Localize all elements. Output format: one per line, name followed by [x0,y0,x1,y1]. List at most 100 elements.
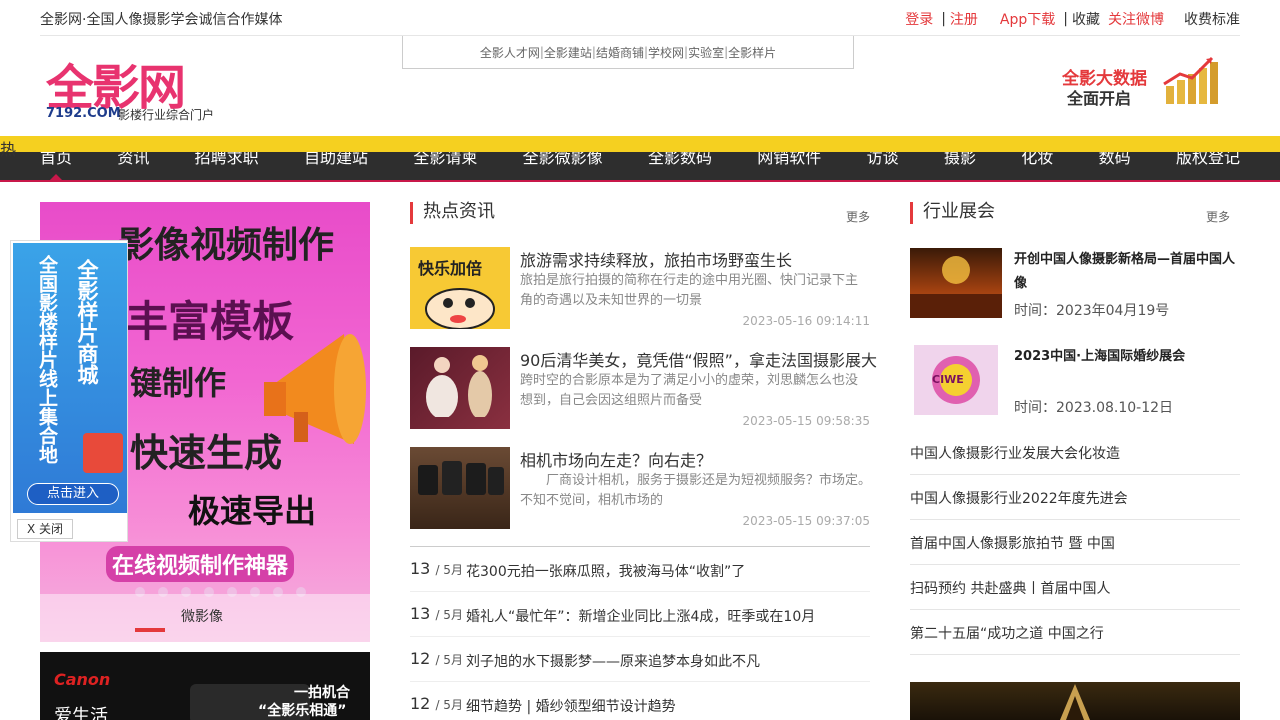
expo-thumbnail: CIWE [914,345,998,415]
news-title[interactable]: 旅游需求持续释放，旅拍市场野蛮生长 [520,247,792,271]
news-item[interactable]: 相机市场向左走？向右走？ 厂商设计相机，服务于摄影还是为短视频服务？市场定。 不… [410,447,870,532]
expo-list-title[interactable]: 首届中国人像摄影旅拍节 暨 中国 [910,533,1115,553]
stage-image [910,256,1002,318]
hot-news-more-link[interactable]: 更多 [846,208,870,225]
canon-ad-text: 爱生活 [54,706,108,720]
news-timestamp: 2023-05-16 09:14:11 [742,314,870,328]
sublink-talent[interactable]: 全影人才网 [480,44,540,61]
big-data-subtitle: 全面开启 [1067,89,1132,108]
trophy-stage-image [1060,684,1090,720]
floating-ad-text: 全国影楼样片线上集合地 [36,255,58,464]
expo-time: 时间：2023.08.10-12日 [1014,400,1174,416]
news-summary: 旅拍是旅行拍摄的简称在行走的途中用光圈、快门记录下主角的奇遇以及未知世界的一切景 [520,273,859,308]
expo-title[interactable]: 开创中国人像摄影新格局—首届中国人像 [1014,248,1240,296]
date-month: / 5月 [435,653,463,667]
megaphone-icon [264,334,366,444]
list-item[interactable]: 13 / 5月 婚礼人“最忙年”：新增企业同比上涨4成，旺季或在10月 [410,592,870,637]
expo-title[interactable]: 2023中国·上海国际婚纱展会 [1014,345,1240,369]
banner-line: 在线视频制作神器 [106,546,295,582]
expo-heading: 行业展会 [910,202,995,224]
floating-ad-close-button[interactable]: X 关闭 [17,519,73,539]
expo-list-title[interactable]: 第二十五届“成功之道 中国之行 [910,623,1104,643]
date-month: / 5月 [435,608,463,622]
big-data-banner[interactable]: 全影大数据 全面开启 [1062,56,1232,114]
top-links: 登录 | 注册 App下载 | 收藏 关注微博 收费标准 [905,9,1240,29]
canon-ad[interactable]: Canon 一拍机合 “全影乐相通” 爱生活 [40,652,370,720]
banner-line: 极速导出 [188,492,317,530]
floating-ad-enter-button[interactable]: 点击进入 [27,483,119,505]
expo-list-item[interactable]: 第二十五届“成功之道 中国之行 [910,610,1240,655]
banner-line: 影像视频制作 [118,225,335,266]
follow-weibo-link[interactable]: 关注微博 [1108,9,1164,29]
expo-list-item[interactable]: 中国人像摄影行业发展大会化妆造 [910,430,1240,475]
sublink-school[interactable]: 学校网 [648,44,684,61]
register-link[interactable]: 注册 [950,9,978,29]
carousel-caption: 微影像 [181,609,223,625]
date-day: 12 [410,694,431,713]
carousel-active-indicator [135,628,165,632]
expo-list-item[interactable]: 扫码预约 共赴盛典丨首届中国人 [910,565,1240,610]
list-item-title[interactable]: 细节趋势 | 婚纱领型细节设计趋势 [466,696,676,716]
expo-banner-image[interactable] [910,682,1240,720]
expo-item[interactable]: 开创中国人像摄影新格局—首届中国人像 时间：2023年04月19号 [910,248,1240,323]
news-thumbnail [410,347,510,429]
banner-line: 快速生成 [130,431,283,475]
login-link[interactable]: 登录 [905,9,933,29]
floating-ad[interactable]: 全国影楼样片线上集合地 全影样片商城 点击进入 X 关闭 [10,240,128,542]
news-title[interactable]: 90后清华美女，竟凭借“假照”，拿走法国摄影展大 [520,347,877,371]
site-logo[interactable]: 全影网 7192.COM 影楼行业综合门户 [44,48,219,124]
sublink-wedding-shops[interactable]: 结婚商铺 [596,44,644,61]
date-month: / 5月 [435,698,463,712]
shopping-bag-icon [83,433,123,473]
date-month: / 5月 [435,563,463,577]
coin-chart-icon [1163,56,1218,104]
separator: | [1063,11,1068,27]
expo-list-item[interactable]: 首届中国人像摄影旅拍节 暨 中国 [910,520,1240,565]
expo-more-link[interactable]: 更多 [1206,208,1230,225]
ciwe-logo-text: CIWE [932,373,964,386]
fees-link[interactable]: 收费标准 [1184,9,1240,29]
cartoon-image [425,288,495,329]
list-item[interactable]: 12 / 5月 刘子旭的水下摄影梦——原来追梦本身如此不凡 [410,637,870,682]
expo-list-item[interactable]: 中国人像摄影行业2022年度先进会 [910,475,1240,520]
list-item[interactable]: 12 / 5月 细节趋势 | 婚纱领型细节设计趋势 [410,682,870,720]
site-slogan: 全影网·全国人像摄影学会诚信合作媒体 [40,12,283,28]
expo-list-title[interactable]: 中国人像摄影行业发展大会化妆造 [910,443,1120,463]
list-item-date: 13 / 5月 [410,559,463,578]
date-day: 13 [410,559,431,578]
expo-item[interactable]: CIWE 2023中国·上海国际婚纱展会 时间：2023.08.10-12日 [910,345,1240,420]
sublink-samples[interactable]: 全影样片 [728,44,776,61]
list-item-date: 12 / 5月 [410,694,463,713]
floating-ad-text: 全影样片商城 [75,259,99,385]
banner-line: 键制作 [130,364,227,402]
news-summary: 跨时空的合影原本是为了满足小小的虚荣，刘思麟怎么也没想到，自己会因这组照片而备受 [520,373,859,408]
canon-ad-text: 一拍机合 [294,685,350,701]
news-item[interactable]: 90后清华美女，竟凭借“假照”，拿走法国摄影展大 跨时空的合影原本是为了满足小小… [410,347,877,432]
list-item-title[interactable]: 刘子旭的水下摄影梦——原来追梦本身如此不凡 [466,651,760,671]
separator: | [941,11,946,27]
floating-ad-image: 全国影楼样片线上集合地 全影样片商城 点击进入 [13,243,127,513]
news-thumbnail: 快乐加倍 [410,247,510,329]
list-item-date: 12 / 5月 [410,649,463,668]
news-item[interactable]: 快乐加倍 旅游需求持续释放，旅拍市场野蛮生长 旅拍是旅行拍摄的简称在行走的途中用… [410,247,870,332]
sublink-site-builder[interactable]: 全影建站 [544,44,592,61]
news-timestamp: 2023-05-15 09:58:35 [742,414,870,428]
news-summary: 厂商设计相机，服务于摄影还是为短视频服务？市场定。 不知不觉间，相机市场的 [520,473,870,508]
expo-list-title[interactable]: 扫码预约 共赴盛典丨首届中国人 [910,578,1110,598]
expo-list-title[interactable]: 中国人像摄影行业2022年度先进会 [910,488,1128,508]
sub-site-links: 全影人才网 | 全影建站 | 结婚商铺 | 学校网 | 实验室 | 全影样片 [402,36,854,69]
news-title[interactable]: 相机市场向左走？向右走？ [520,447,712,471]
list-item-title[interactable]: 婚礼人“最忙年”：新增企业同比上涨4成，旺季或在10月 [466,606,815,626]
sublink-lab[interactable]: 实验室 [688,44,724,61]
app-download-link[interactable]: App下载 [1000,9,1055,29]
canon-logo: Canon [54,670,111,689]
camera-lenses-image [418,461,504,495]
news-timestamp: 2023-05-15 09:37:05 [742,514,870,528]
list-item[interactable]: 13 / 5月 花300元拍一张麻瓜照，我被海马体“收割”了 [410,547,870,592]
favorite-link[interactable]: 收藏 [1072,9,1100,29]
expo-thumbnail [910,248,1002,318]
list-item-date: 13 / 5月 [410,604,463,623]
list-item-title[interactable]: 花300元拍一张麻瓜照，我被海马体“收割”了 [466,561,745,581]
hot-news-heading: 热点资讯 [410,202,495,224]
top-bar: 全影网·全国人像摄影学会诚信合作媒体 登录 | 注册 App下载 | 收藏 关注… [40,0,1240,36]
